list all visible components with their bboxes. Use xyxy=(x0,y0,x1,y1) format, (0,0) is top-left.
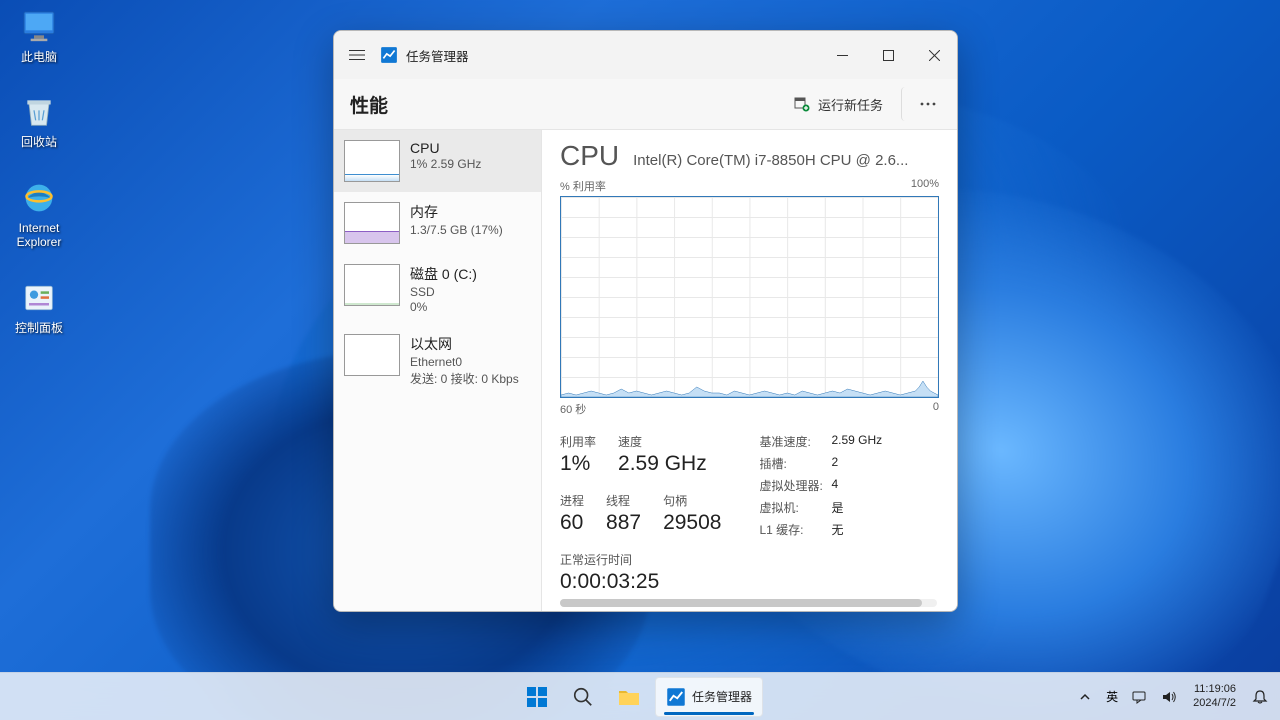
cpu-thumbnail xyxy=(344,140,400,182)
search-button[interactable] xyxy=(563,677,603,717)
stat-threads-label: 线程 xyxy=(606,492,641,509)
spec-base-label: 基准速度: xyxy=(759,433,831,450)
stat-uptime-label: 正常运行时间 xyxy=(560,551,721,568)
run-new-task-button[interactable]: 运行新任务 xyxy=(784,89,893,120)
sidebar-item-memory[interactable]: 内存 1.3/7.5 GB (17%) xyxy=(334,192,541,254)
taskbar-active-label: 任务管理器 xyxy=(692,688,752,705)
chart-xleft: 60 秒 xyxy=(560,401,586,417)
sidebar-cpu-sub: 1% 2.59 GHz xyxy=(410,157,481,171)
computer-icon xyxy=(19,7,59,47)
desktop-icon-label: Internet Explorer xyxy=(11,221,67,250)
tray-notifications-icon[interactable] xyxy=(1246,677,1274,717)
chart-xright: 0 xyxy=(933,401,939,417)
spec-vproc-value: 4 xyxy=(831,477,838,494)
folder-icon xyxy=(617,685,641,709)
stat-processes-label: 进程 xyxy=(560,492,584,509)
window-title: 任务管理器 xyxy=(406,46,469,65)
system-tray: 英 11:19:06 2024/7/2 xyxy=(1071,677,1280,717)
cpu-specs: 基准速度:2.59 GHz 插槽:2 虚拟处理器:4 虚拟机:是 L1 缓存:无 xyxy=(759,433,882,594)
tray-action-center-icon[interactable] xyxy=(1125,677,1153,717)
sidebar-mem-sub: 1.3/7.5 GB (17%) xyxy=(410,223,503,237)
memory-thumbnail xyxy=(344,202,400,244)
toolbar: 性能 运行新任务 xyxy=(334,79,957,129)
ie-icon xyxy=(19,178,59,218)
ime-indicator[interactable]: 英 xyxy=(1101,688,1123,705)
spec-vm-value: 是 xyxy=(831,499,843,516)
desktop-icon-computer[interactable]: 此电脑 xyxy=(8,4,70,67)
sidebar-eth-sub1: Ethernet0 xyxy=(410,355,519,369)
desktop-icon-label: 此电脑 xyxy=(21,50,57,64)
page-title: 性能 xyxy=(350,91,388,118)
stat-processes-value: 60 xyxy=(560,511,584,535)
control-panel-icon xyxy=(19,278,59,318)
desktop-icon-recycle[interactable]: 回收站 xyxy=(8,89,70,152)
run-task-label: 运行新任务 xyxy=(818,95,883,114)
run-task-icon xyxy=(794,96,810,112)
sidebar-mem-title: 内存 xyxy=(410,202,503,222)
spec-base-value: 2.59 GHz xyxy=(831,433,882,450)
stat-handles-value: 29508 xyxy=(663,511,721,535)
stat-threads-value: 887 xyxy=(606,511,641,535)
stat-handles-label: 句柄 xyxy=(663,492,721,509)
desktop-icon-control[interactable]: 控制面板 xyxy=(8,275,70,338)
sidebar-disk-sub1: SSD xyxy=(410,285,477,299)
desktop-icon-label: 控制面板 xyxy=(15,321,63,335)
spec-vproc-label: 虚拟处理器: xyxy=(759,477,831,494)
taskbar-task-manager[interactable]: 任务管理器 xyxy=(655,677,763,717)
spec-l1-value: 无 xyxy=(831,521,843,538)
spec-sockets-value: 2 xyxy=(831,455,838,472)
start-button[interactable] xyxy=(517,677,557,717)
search-icon xyxy=(572,686,594,708)
sidebar-eth-title: 以太网 xyxy=(410,334,519,354)
clock-time: 11:19:06 xyxy=(1193,683,1236,697)
stat-speed-label: 速度 xyxy=(618,433,707,450)
stat-uptime-value: 0:00:03:25 xyxy=(560,570,721,594)
cpu-model-name: Intel(R) Core(TM) i7-8850H CPU @ 2.6... xyxy=(633,152,939,169)
spec-l1-label: L1 缓存: xyxy=(759,521,831,538)
stat-util-value: 1% xyxy=(560,452,596,476)
sidebar-disk-title: 磁盘 0 (C:) xyxy=(410,264,477,284)
sidebar-eth-sub2: 发送: 0 接收: 0 Kbps xyxy=(410,370,519,387)
tray-chevron-up[interactable] xyxy=(1071,677,1099,717)
cpu-detail-pane: CPU Intel(R) Core(TM) i7-8850H CPU @ 2.6… xyxy=(542,130,957,611)
ethernet-thumbnail xyxy=(344,334,400,376)
close-button[interactable] xyxy=(911,39,957,71)
chart-ylabel: % 利用率 xyxy=(560,178,606,194)
sidebar-item-cpu[interactable]: CPU 1% 2.59 GHz xyxy=(334,130,541,192)
task-manager-icon xyxy=(380,46,398,64)
cpu-utilization-chart[interactable] xyxy=(560,196,939,398)
desktop-icon-ie[interactable]: Internet Explorer xyxy=(8,175,70,253)
titlebar[interactable]: 任务管理器 xyxy=(334,31,957,79)
sidebar-cpu-title: CPU xyxy=(410,140,481,156)
minimize-button[interactable] xyxy=(819,39,865,71)
task-manager-icon xyxy=(666,687,686,707)
clock-date: 2024/7/2 xyxy=(1193,697,1236,711)
chart-ymax: 100% xyxy=(911,178,939,194)
more-options-button[interactable] xyxy=(901,87,941,121)
stat-util-label: 利用率 xyxy=(560,433,596,450)
horizontal-scrollbar[interactable] xyxy=(560,599,937,607)
recycle-icon xyxy=(19,92,59,132)
content-area: CPU 1% 2.59 GHz 内存 1.3/7.5 GB (17%) 磁盘 0… xyxy=(334,129,957,611)
spec-sockets-label: 插槽: xyxy=(759,455,831,472)
taskbar[interactable]: 任务管理器 英 11:19:06 2024/7/2 xyxy=(0,672,1280,720)
tray-volume-icon[interactable] xyxy=(1155,677,1183,717)
desktop-icons: 此电脑 回收站 Internet Explorer 控制面板 xyxy=(8,4,70,338)
sidebar-item-ethernet[interactable]: 以太网 Ethernet0 发送: 0 接收: 0 Kbps xyxy=(334,324,541,397)
taskbar-clock[interactable]: 11:19:06 2024/7/2 xyxy=(1185,683,1244,711)
disk-thumbnail xyxy=(344,264,400,306)
task-manager-window: 任务管理器 性能 运行新任务 CPU 1% 2.59 GHz xyxy=(333,30,958,612)
performance-sidebar: CPU 1% 2.59 GHz 内存 1.3/7.5 GB (17%) 磁盘 0… xyxy=(334,130,542,611)
spec-vm-label: 虚拟机: xyxy=(759,499,831,516)
desktop-icon-label: 回收站 xyxy=(21,135,57,149)
stat-speed-value: 2.59 GHz xyxy=(618,452,707,476)
sidebar-item-disk[interactable]: 磁盘 0 (C:) SSD 0% xyxy=(334,254,541,324)
cpu-heading: CPU xyxy=(560,140,619,172)
hamburger-button[interactable] xyxy=(334,31,380,79)
maximize-button[interactable] xyxy=(865,39,911,71)
file-explorer-button[interactable] xyxy=(609,677,649,717)
sidebar-disk-sub2: 0% xyxy=(410,300,477,314)
